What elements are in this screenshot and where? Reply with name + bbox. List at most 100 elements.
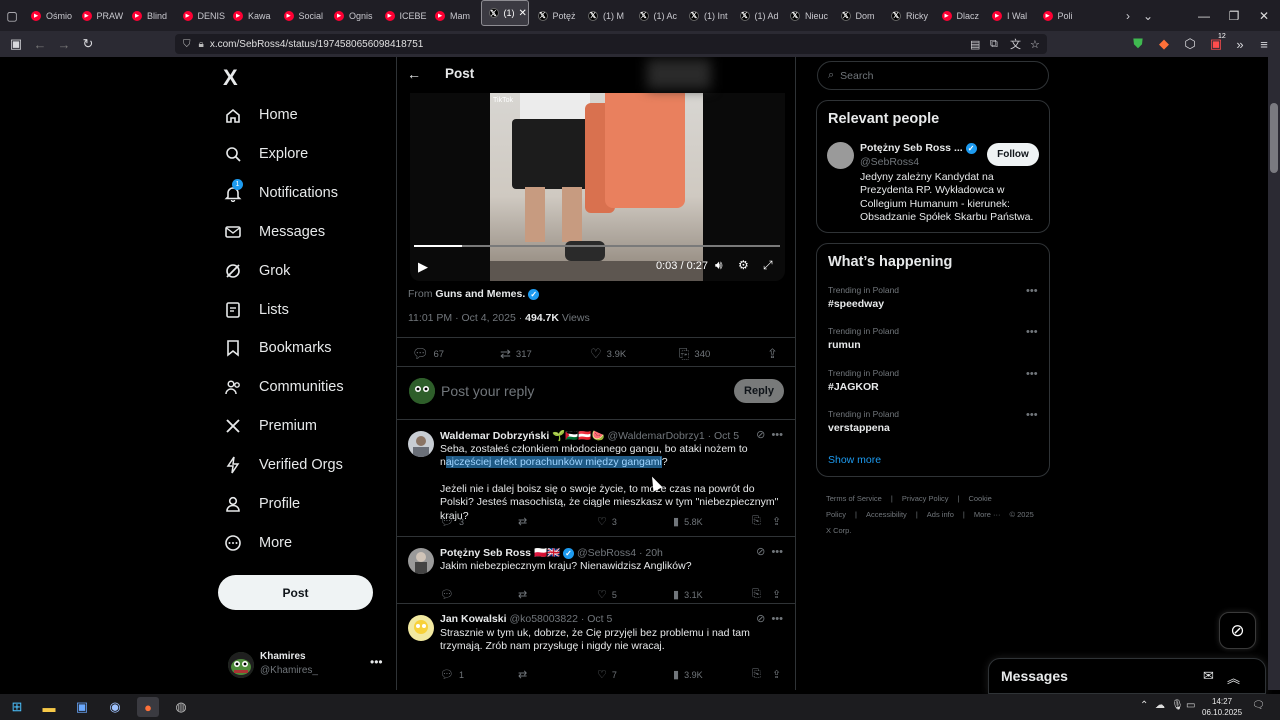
bookmark-icon[interactable]: ⎘ [752,588,766,601]
person-name[interactable]: Potężny Seb Ross ... ✓ [860,142,977,154]
reply-tweet[interactable]: Jan Kowalski @ko58003822 · Oct 5 ⊘ ••• S… [397,605,795,690]
source-link[interactable]: Guns and Memes. [435,288,525,300]
windows-start-icon[interactable]: ⊞ [6,697,28,717]
lock-icon[interactable]: 🔒︎ [199,39,204,50]
sidebar-item-notifications[interactable]: 1 Notifications [223,178,338,208]
close-window-icon[interactable]: ✕ [1248,0,1280,31]
sidebar-item-verified-orgs[interactable]: Verified Orgs [223,450,343,480]
bookmark-star-icon[interactable]: ☆ [1030,34,1040,54]
sidebar-item-lists[interactable]: Lists [223,295,289,325]
browser-tab[interactable]: ▶ Ośmio [24,0,75,31]
reply-tweet[interactable]: Waldemar Dobrzyński 🌱🇵🇸🇦🇹🍉 @WaldemarDobr… [397,421,795,537]
bookmark-icon[interactable]: ⎘ [752,668,766,681]
browser-tab[interactable]: 𝕏 Potęż [531,0,582,31]
like-action[interactable]: ♡ 7 [597,668,617,681]
overflow-menu-icon[interactable]: » [1228,31,1252,57]
reply-input[interactable]: Post your reply [441,383,534,399]
steam-icon[interactable]: ◉ [104,697,126,717]
footer-link[interactable]: Ads info [927,510,954,519]
network-icon[interactable]: ▭ [1186,700,1195,711]
sidebar-item-more[interactable]: More [223,528,292,558]
author-name[interactable]: Potężny Seb Ross 🇵🇱🇬🇧 [440,547,560,559]
browser-tab[interactable]: 𝕏 (1) Ad [733,0,784,31]
browser-tab[interactable]: 𝕏 Dom [834,0,885,31]
browser-tab[interactable]: 𝕏 (1) Ac [632,0,683,31]
browser-tab[interactable]: 𝕏 (1) Int [682,0,733,31]
browser-tab[interactable]: 𝕏 (1) ✕ [480,0,529,26]
browser-tab[interactable]: ▶ DENIS [176,0,227,31]
app-icon[interactable]: ◍ [170,697,192,717]
messages-dock[interactable]: Messages ✉ ︽ [988,658,1266,694]
repost-action[interactable]: ⇄ 317 [500,346,532,362]
trend-more-icon[interactable]: ••• [1026,368,1038,380]
scrollbar-thumb[interactable] [1270,103,1278,173]
forward-icon[interactable]: → [52,31,76,57]
reply-action[interactable]: 💬︎ 1 [440,668,464,681]
tweet-more-icon[interactable]: ⊘ ••• [756,428,783,441]
avatar[interactable] [408,548,434,574]
browser-tab[interactable]: 𝕏 Nieuc [783,0,834,31]
author-name[interactable]: Waldemar Dobrzyński 🌱🇵🇸🇦🇹🍉 [440,430,605,442]
share-icon[interactable]: ⇪ [767,346,783,362]
minimize-icon[interactable]: — [1188,0,1220,31]
browser-tab[interactable]: ▶ Ognis [327,0,378,31]
tab-list-chevron-icon[interactable]: ⌄ [1136,0,1160,31]
fullscreen-icon[interactable]: ⤢ [763,258,773,273]
browser-tab[interactable]: ▶ Blind [125,0,176,31]
expand-chevron-icon[interactable]: ︽ [1227,668,1240,687]
sidebar-item-premium[interactable]: Premium [223,411,317,441]
volume-icon[interactable]: 🔊︎ [715,258,723,273]
author-name[interactable]: Jan Kowalski [440,613,507,625]
repost-action[interactable]: ⇄ [518,668,532,681]
page-scrollbar[interactable] [1268,57,1280,690]
trend-item[interactable]: Trending in Poland rumun ••• [817,326,1049,368]
cloud-icon[interactable]: ☁ [1155,700,1165,711]
sidebar-toggle-icon[interactable]: ▣ [4,31,28,57]
browser-tab[interactable]: ▶ Mam [428,0,479,31]
avatar[interactable] [408,615,434,641]
browser-tab[interactable]: ▶ Social [277,0,328,31]
play-icon[interactable]: ▶ [418,259,428,275]
footer-link[interactable]: Accessibility [866,510,907,519]
footer-link[interactable]: Privacy Policy [902,494,949,503]
back-arrow-icon[interactable]: ← [407,66,421,82]
like-action[interactable]: ♡ 3.9K [590,346,626,362]
browser-tab[interactable]: ▶ Dlacz [935,0,986,31]
account-more-icon[interactable]: ••• [370,655,383,669]
trend-item[interactable]: Trending in Poland verstappena ••• [817,409,1049,451]
extensions-icon[interactable]: ⬡ [1178,31,1202,57]
views-action[interactable]: ▮ 5.8K [673,515,703,528]
new-message-icon[interactable]: ✉ [1203,668,1214,684]
avatar[interactable] [827,142,854,169]
video-progress-track[interactable] [414,245,780,247]
shield-icon[interactable]: ⛉ [183,39,191,50]
account-switcher[interactable]: Khamires @Khamires_ ••• [223,647,383,683]
browser-tab[interactable]: 𝕏 (1) M [581,0,632,31]
person-name-text[interactable]: Potężny Seb Ross ... [860,142,963,154]
addon-badge-icon[interactable]: ▣ 12 [1204,31,1228,57]
app-menu-icon[interactable]: ≡ [1252,31,1276,57]
url-text[interactable]: x.com/SebRoss4/status/197458065609841875… [210,39,424,50]
trend-more-icon[interactable]: ••• [1026,409,1038,421]
browser-tab[interactable]: ▶ Kawa [226,0,277,31]
post-timestamp[interactable]: 11:01 PM · Oct 4, 2025 · [408,312,525,324]
sidebar-item-grok[interactable]: Grok [223,256,290,286]
reply-action[interactable]: 💬︎ 67 [412,346,444,362]
system-clock[interactable]: 14:27 06.10.2025 [1202,696,1242,718]
sidebar-item-profile[interactable]: Profile [223,489,300,519]
notifications-icon[interactable]: 🗨︎ [1252,700,1265,711]
sidebar-item-home[interactable]: Home [223,100,298,130]
author-handle[interactable]: @ko58003822 · Oct 5 [509,613,612,625]
share-icon[interactable]: ⇪ [772,668,786,681]
browser-tab[interactable]: ▶ Poli [1036,0,1087,31]
trend-more-icon[interactable]: ••• [1026,326,1038,338]
like-action[interactable]: ♡ 3 [597,515,617,528]
share-icon[interactable]: ⇪ [772,515,786,528]
back-icon[interactable]: ← [28,31,52,57]
reply-action[interactable]: 💬︎ 3 [440,515,464,528]
repost-action[interactable]: ⇄ [518,515,532,528]
browser-tab[interactable]: ▶ ICEBE [378,0,429,31]
screenshot-icon[interactable]: ⧉ [990,34,998,54]
browser-tab[interactable]: ▶ I Wal [985,0,1036,31]
bookmark-action[interactable]: ⎘ 340 [679,346,710,362]
